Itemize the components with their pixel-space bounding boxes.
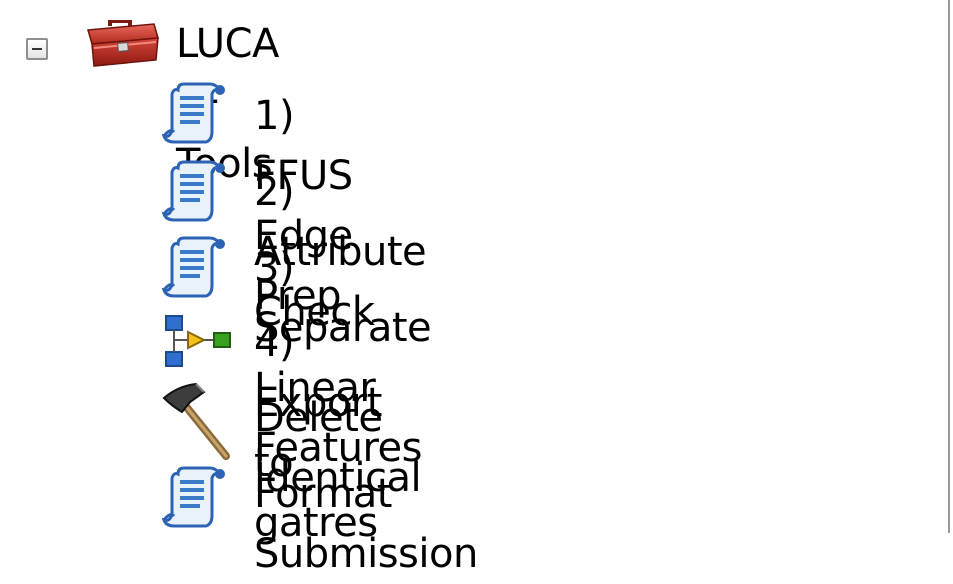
hammer-icon	[162, 382, 230, 460]
toolbox-icon[interactable]	[80, 10, 162, 70]
script-icon	[161, 236, 225, 298]
tool-label[interactable]: Format Submission	[254, 464, 478, 584]
script-icon	[161, 466, 225, 528]
script-icon	[161, 160, 225, 222]
script-icon	[161, 82, 225, 144]
collapse-toggle[interactable]	[26, 38, 48, 60]
model-icon	[165, 315, 231, 367]
catalog-tree-panel: LUCA LF Tools 1) FFUS Edge Prep 2) Attri…	[0, 0, 950, 577]
